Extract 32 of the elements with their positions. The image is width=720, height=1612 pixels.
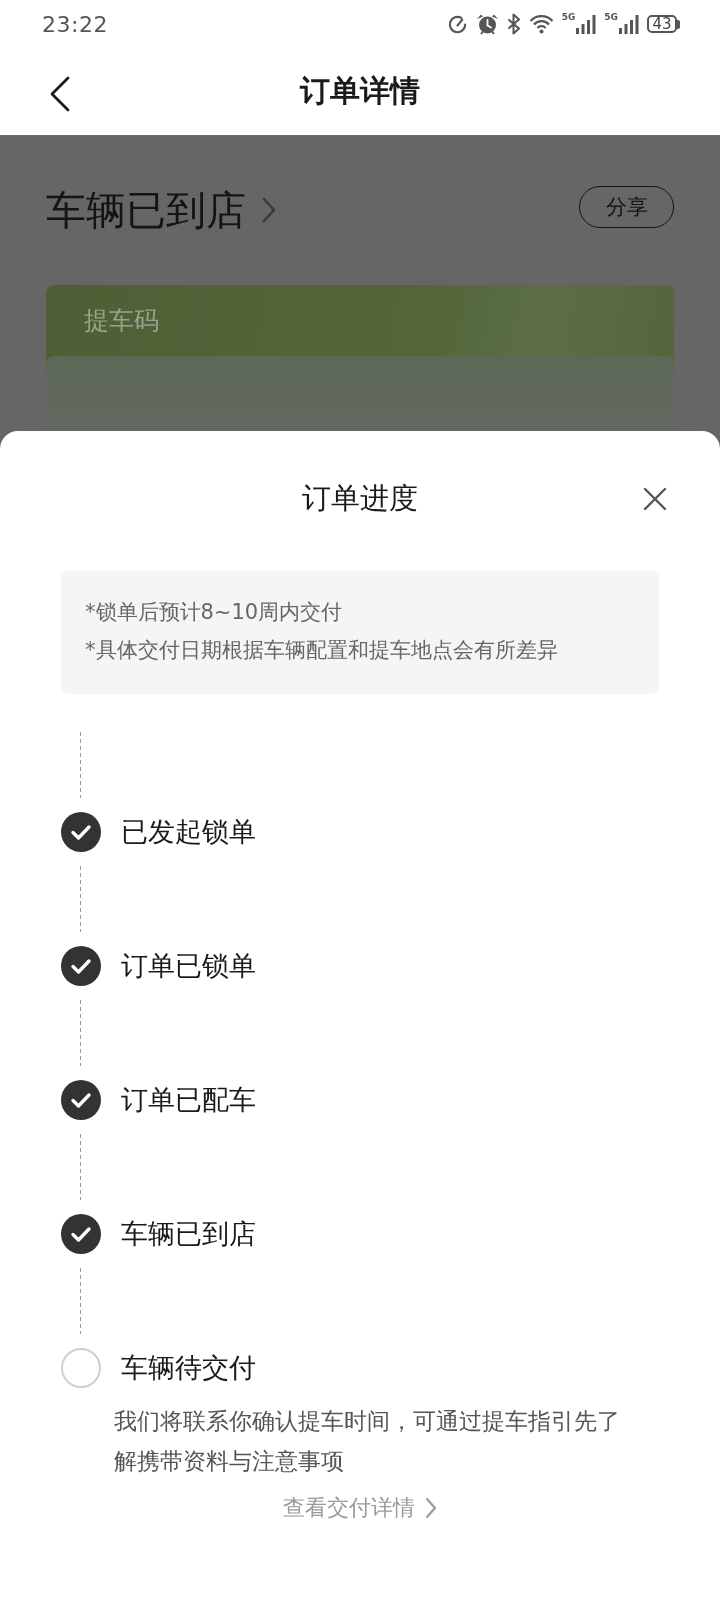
signal-icon — [619, 14, 639, 34]
network-type: 5G — [561, 12, 576, 22]
speedometer-icon — [446, 13, 468, 35]
step-label: 车辆已到店 — [121, 1217, 256, 1251]
step-label: 已发起锁单 — [121, 815, 256, 849]
order-status-title[interactable]: 车辆已到店 — [46, 185, 276, 235]
step-label: 订单已锁单 — [121, 949, 256, 983]
bluetooth-icon — [506, 13, 521, 35]
delivery-details-link[interactable]: 查看交付详情 — [283, 1493, 437, 1523]
wifi-icon — [528, 14, 554, 34]
chevron-icon — [425, 1497, 437, 1519]
card-title: 提车码 — [84, 305, 159, 337]
timeline-line — [80, 1000, 81, 1066]
timeline-line — [80, 732, 81, 798]
status-time: 23:22 — [42, 11, 108, 37]
battery-indicator: 43 — [647, 15, 680, 33]
step-description: 我们将联系你确认提车时间，可通过提车指引先了解携带资料与注意事项 — [114, 1407, 621, 1476]
sheet-title: 订单进度 — [302, 480, 418, 517]
timeline-line — [80, 866, 81, 932]
page-title: 订单详情 — [300, 72, 420, 110]
chevron-icon — [262, 197, 276, 223]
alarm-clock-icon — [475, 13, 499, 35]
timeline-line — [80, 1268, 81, 1334]
step-label: 车辆待交付 — [121, 1351, 256, 1385]
network-type: 5G — [604, 12, 618, 22]
back-icon — [49, 76, 71, 112]
close-icon — [643, 487, 667, 511]
signal-icon — [576, 14, 597, 34]
notice-text: *具体交付日期根据车辆配置和提车地点会有所差异 — [85, 637, 559, 664]
step-label: 订单已配车 — [121, 1083, 256, 1117]
timeline-line — [80, 1134, 81, 1200]
notice-text: *锁单后预计8~10周内交付 — [85, 599, 344, 626]
